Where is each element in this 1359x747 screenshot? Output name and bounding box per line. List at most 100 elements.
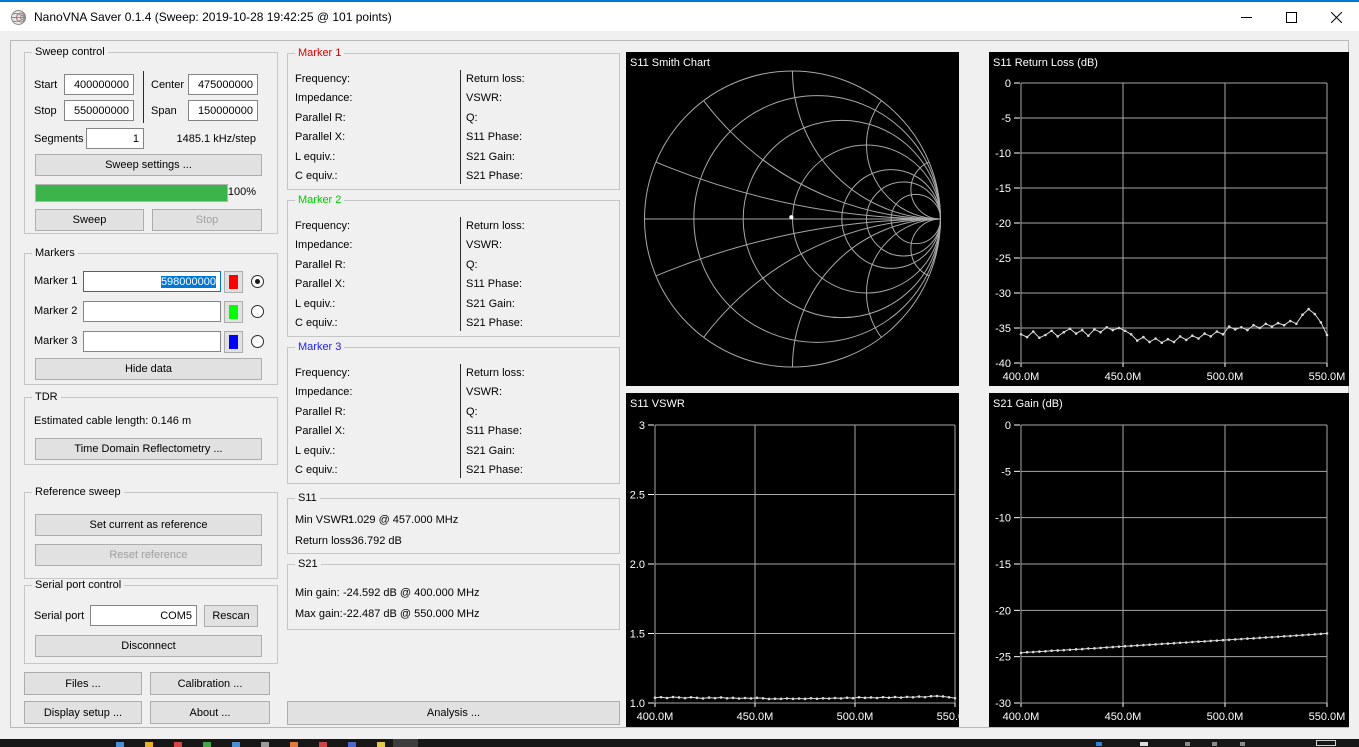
step-size-text: 1485.1 kHz/step <box>176 133 257 145</box>
marker-3-select-radio[interactable] <box>251 335 264 348</box>
taskbar-icon[interactable] <box>145 742 153 747</box>
svg-text:1.5: 1.5 <box>630 629 645 641</box>
minimize-button[interactable] <box>1224 2 1269 32</box>
taskbar-icon[interactable] <box>203 742 211 747</box>
marker-1-select-radio[interactable] <box>251 275 264 288</box>
svg-text:S11 Smith Chart: S11 Smith Chart <box>630 57 710 69</box>
marker-info-field-label: C equiv.: <box>295 464 338 476</box>
taskbar-tray-icon[interactable] <box>1140 742 1148 746</box>
marker-2-color-swatch <box>229 305 238 319</box>
span-input[interactable]: 150000000 <box>188 100 258 121</box>
taskbar-tray-icon[interactable] <box>1240 742 1245 746</box>
stop-button[interactable]: Stop <box>152 209 262 231</box>
segments-input[interactable]: 1 <box>86 128 144 149</box>
stop-input[interactable]: 550000000 <box>64 100 134 121</box>
marker-2-frequency-input[interactable] <box>83 301 221 322</box>
marker-info-divider <box>460 70 461 184</box>
window-title: NanoVNA Saver 0.1.4 (Sweep: 2019-10-28 1… <box>34 10 392 24</box>
serial-port-input[interactable]: COM5 <box>90 605 197 626</box>
reference-sweep-title: Reference sweep <box>32 486 124 498</box>
sweep-button[interactable]: Sweep <box>35 209 144 231</box>
marker-1-color-button[interactable] <box>224 271 243 293</box>
svg-text:-15: -15 <box>995 559 1011 571</box>
segments-label: Segments <box>34 133 84 145</box>
maximize-button[interactable] <box>1269 2 1314 32</box>
progress-fill <box>36 185 227 201</box>
min-vswr-value: 1.029 @ 457.000 MHz <box>348 514 459 526</box>
taskbar-icon[interactable] <box>348 742 356 747</box>
marker-info-divider <box>460 217 461 331</box>
rescan-button[interactable]: Rescan <box>204 605 258 627</box>
center-input[interactable]: 475000000 <box>188 74 258 95</box>
s11-vswr-chart[interactable]: S11 VSWR 3 2.5 2.0 1.5 1.0 400.0M 450.0M 500.0M 5… <box>626 393 959 727</box>
taskbar-icon[interactable] <box>261 742 269 747</box>
taskbar-notification-box[interactable] <box>1316 740 1336 746</box>
center-label: Center <box>151 79 185 91</box>
s11-smith-chart[interactable]: S11 Smith Chart <box>626 52 959 386</box>
progress-percent-label: 100% <box>227 186 256 198</box>
svg-text:-25: -25 <box>995 253 1011 265</box>
marker-info-field-label: Impedance: <box>295 239 353 252</box>
marker-1-frequency-input[interactable]: 598000000 <box>83 271 221 292</box>
taskbar-icon[interactable] <box>116 742 124 747</box>
s11-return-loss-chart[interactable]: S11 Return Loss (dB) 0 -5 -10 -15 -20 -25 -30 -3… <box>989 52 1349 386</box>
taskbar[interactable] <box>0 739 1359 747</box>
marker-info-field-label: C equiv.: <box>295 317 338 329</box>
min-gain-value: -24.592 dB @ 400.000 MHz <box>343 587 480 599</box>
svg-text:450.0M: 450.0M <box>1105 371 1142 383</box>
taskbar-icon[interactable] <box>319 742 327 747</box>
min-vswr-label: Min VSWR: <box>295 514 352 526</box>
marker-2-select-radio[interactable] <box>251 305 264 318</box>
close-button[interactable] <box>1314 2 1359 32</box>
marker-info-field-label: Parallel R: <box>295 405 346 418</box>
app-icon <box>11 10 26 25</box>
reset-reference-button[interactable]: Reset reference <box>35 544 262 566</box>
taskbar-active-app[interactable] <box>393 739 418 747</box>
sweep-settings-button[interactable]: Sweep settings ... <box>35 154 262 176</box>
marker-2-info-title: Marker 2 <box>295 194 345 206</box>
calibration-button[interactable]: Calibration ... <box>150 672 270 695</box>
svg-text:500.0M: 500.0M <box>1207 711 1244 723</box>
main-content: Sweep control Start 400000000 Stop 55000… <box>10 40 1349 728</box>
marker-3-color-button[interactable] <box>224 331 243 353</box>
marker-3-info-title: Marker 3 <box>295 341 345 353</box>
display-setup-button[interactable]: Display setup ... <box>24 701 142 724</box>
taskbar-icon[interactable] <box>377 742 385 747</box>
marker-info-field-label: Q: <box>466 258 478 271</box>
taskbar-tray-icon[interactable] <box>1096 742 1102 746</box>
disconnect-button[interactable]: Disconnect <box>35 635 262 657</box>
marker-info-field-label: L equiv.: <box>295 444 336 457</box>
taskbar-tray-icon[interactable] <box>1185 742 1190 746</box>
taskbar-icon[interactable] <box>232 742 240 747</box>
marker-info-field-label: Q: <box>466 405 478 418</box>
marker-1-info-group: Marker 1 Frequency: Impedance: Parallel R: P… <box>287 47 620 190</box>
set-reference-button[interactable]: Set current as reference <box>35 514 262 536</box>
svg-text:-10: -10 <box>995 148 1011 160</box>
marker-1-label: Marker 1 <box>34 275 78 287</box>
taskbar-icon[interactable] <box>290 742 298 747</box>
svg-text:-35: -35 <box>995 323 1011 335</box>
marker-3-frequency-input[interactable] <box>83 331 221 352</box>
taskbar-tray-icon[interactable] <box>1212 742 1217 746</box>
maximize-icon <box>1286 11 1297 23</box>
sweep-control-group: Sweep control Start 400000000 Stop 55000… <box>24 46 278 234</box>
svg-text:-20: -20 <box>995 605 1011 617</box>
hide-data-button[interactable]: Hide data <box>35 358 262 380</box>
marker-3-color-swatch <box>229 335 238 349</box>
marker-2-color-button[interactable] <box>224 301 243 323</box>
tdr-button[interactable]: Time Domain Reflectometry ... <box>35 438 262 460</box>
about-button[interactable]: About ... <box>150 701 270 724</box>
svg-text:550.0M: 550.0M <box>937 711 959 723</box>
files-button[interactable]: Files ... <box>24 672 142 695</box>
svg-text:450.0M: 450.0M <box>737 711 774 723</box>
svg-text:S11 VSWR: S11 VSWR <box>630 398 685 410</box>
svg-text:3: 3 <box>639 420 645 432</box>
analysis-button[interactable]: Analysis ... <box>287 701 620 725</box>
span-label: Span <box>151 105 177 117</box>
start-input[interactable]: 400000000 <box>64 74 134 95</box>
marker-info-field-label: Frequency: <box>295 367 351 379</box>
svg-text:550.0M: 550.0M <box>1309 711 1346 723</box>
s21-gain-chart[interactable]: S21 Gain (dB) 0 -5 -10 -15 -20 -25 -30 400.0M 450… <box>989 393 1349 727</box>
taskbar-icon[interactable] <box>174 742 182 747</box>
svg-text:-30: -30 <box>995 698 1011 710</box>
